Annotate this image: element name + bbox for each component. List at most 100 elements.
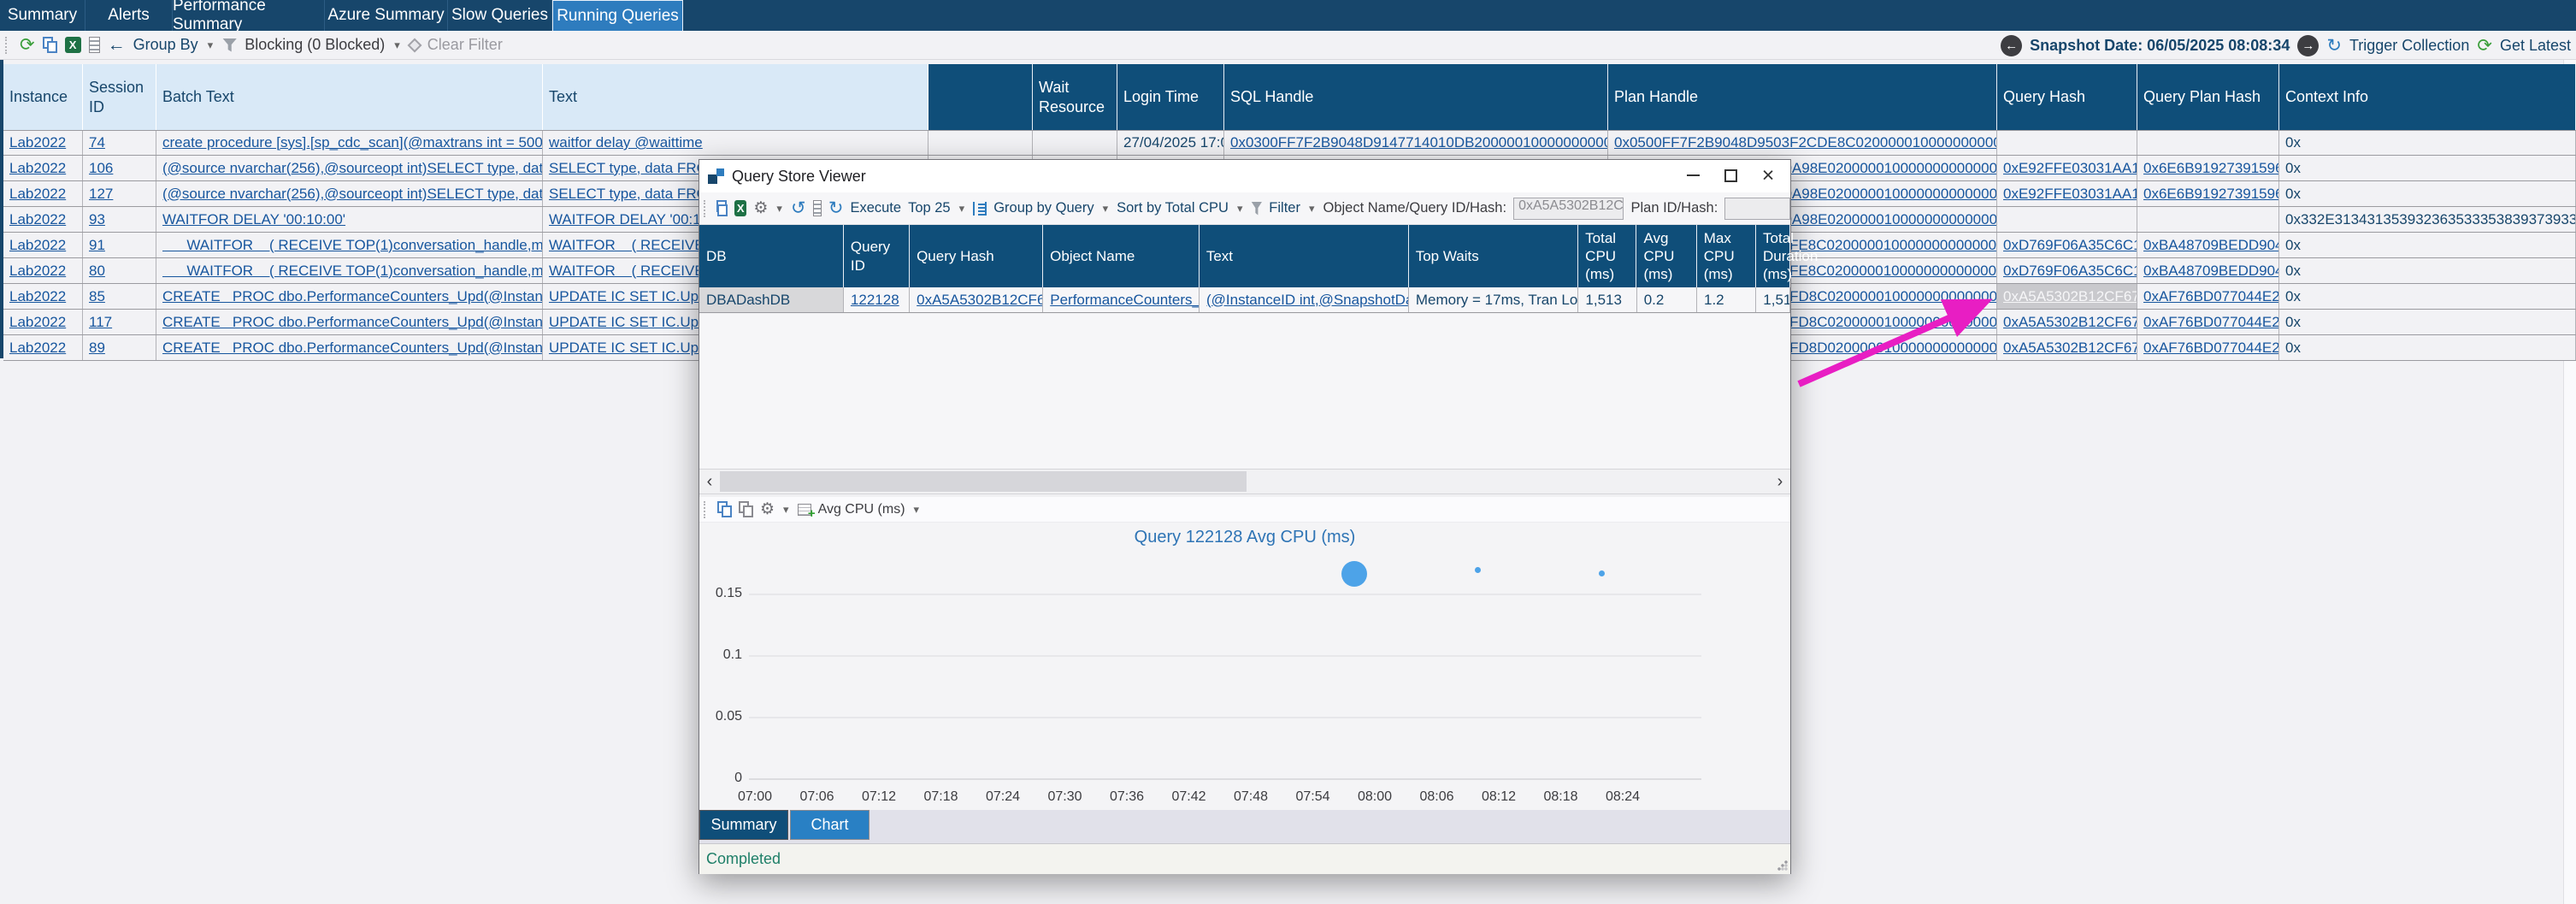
copy-icon[interactable]: [43, 37, 57, 53]
columns-icon[interactable]: [89, 37, 100, 53]
popup-column-header-object_name[interactable]: Object Name: [1043, 225, 1200, 287]
get-latest-icon[interactable]: ⟳: [2477, 37, 2492, 55]
scroll-left-icon[interactable]: ‹: [699, 470, 720, 493]
next-snapshot-button[interactable]: →: [2297, 35, 2319, 56]
cell-link-query_plan_hash[interactable]: 0xAF76BD077044E2B8: [2143, 288, 2279, 305]
cell-link-text[interactable]: waitfor delay @waittime: [549, 134, 703, 151]
popup-column-header-avg_cpu[interactable]: Avg CPU (ms): [1636, 225, 1696, 287]
resize-grip[interactable]: [1777, 860, 1788, 871]
cell-link-query_plan_hash[interactable]: 0xBA48709BEDD904B9: [2143, 263, 2279, 280]
cell-link-session_id[interactable]: 74: [89, 134, 105, 151]
cell-link-session_id[interactable]: 93: [89, 211, 105, 228]
column-header-text[interactable]: Text: [543, 64, 928, 130]
get-latest-button[interactable]: Get Latest: [2500, 37, 2571, 55]
popup-column-header-max_cpu[interactable]: Max CPU (ms): [1697, 225, 1756, 287]
popup-column-header-query_hash[interactable]: Query Hash: [910, 225, 1043, 287]
tab-chart[interactable]: Chart: [790, 810, 869, 840]
popup-cell-link-text[interactable]: (@InstanceID int,@SnapshotDate ...: [1206, 292, 1409, 309]
execute-button[interactable]: Execute: [850, 200, 901, 216]
tab-alerts[interactable]: Alerts: [85, 0, 173, 31]
refresh-icon[interactable]: ⟳: [20, 36, 35, 54]
cell-link-batch_text[interactable]: CREATE PROC dbo.PerformanceCounters_Upd(…: [162, 314, 543, 331]
popup-cell-link-query_hash[interactable]: 0xA5A5302B12CF67...: [917, 292, 1043, 309]
blocking-filter-button[interactable]: Blocking (0 Blocked): [245, 36, 385, 54]
cell-link-session_id[interactable]: 89: [89, 340, 105, 357]
tab-performance-summary[interactable]: Performance Summary: [173, 0, 325, 31]
cell-link-batch_text[interactable]: CREATE PROC dbo.PerformanceCounters_Upd(…: [162, 340, 543, 357]
column-header-query_plan_hash[interactable]: Query Plan Hash: [2137, 64, 2279, 130]
group-by-caret-icon[interactable]: ▾: [206, 38, 215, 52]
column-header-query_hash[interactable]: Query Hash: [1997, 64, 2137, 130]
cell-link-instance[interactable]: Lab2022: [9, 134, 66, 151]
cell-link-query_hash[interactable]: 0xE92FFE03031AA15E: [2003, 186, 2137, 203]
excel-export-icon[interactable]: X: [734, 200, 746, 216]
execute-icon[interactable]: ↻: [828, 199, 844, 217]
gear-icon[interactable]: ⚙: [760, 501, 775, 517]
scroll-right-icon[interactable]: ›: [1770, 470, 1790, 493]
blocking-caret-icon[interactable]: ▾: [392, 38, 402, 52]
popup-title-bar[interactable]: Query Store Viewer ×: [699, 160, 1790, 192]
cell-link-query_plan_hash[interactable]: 0xAF76BD077044E2B8: [2143, 314, 2279, 331]
measure-select[interactable]: Avg CPU (ms): [818, 502, 905, 517]
cell-link-query_hash[interactable]: 0xA5A5302B12CF67E8: [2003, 314, 2137, 331]
excel-export-icon[interactable]: X: [65, 37, 81, 53]
cell-link-batch_text[interactable]: WAITFOR ( RECEIVE TOP(1)conversation_han…: [162, 237, 543, 254]
cell-link-session_id[interactable]: 127: [89, 186, 113, 203]
cell-link-instance[interactable]: Lab2022: [9, 314, 66, 331]
filter-icon[interactable]: [1251, 202, 1262, 216]
cell-link-query_plan_hash[interactable]: 0xAF76BD077044E2B8: [2143, 340, 2279, 357]
popup-column-header-query_id[interactable]: Query ID: [844, 225, 910, 287]
group-by-query-button[interactable]: Group by Query: [993, 200, 1093, 216]
group-by-button[interactable]: Group By: [133, 36, 198, 54]
top-n-button[interactable]: Top 25: [908, 200, 951, 216]
cell-link-batch_text[interactable]: WAITFOR DELAY '00:10:00': [162, 211, 345, 228]
tab-running-queries[interactable]: Running Queries: [552, 0, 683, 31]
column-header-session_id[interactable]: Session ID: [83, 64, 156, 130]
trigger-collection-button[interactable]: Trigger Collection: [2349, 37, 2469, 55]
column-header-context_info[interactable]: Context Info: [2279, 64, 2576, 130]
column-header-plan_handle[interactable]: Plan Handle: [1608, 64, 1997, 130]
cell-link-batch_text[interactable]: CREATE PROC dbo.PerformanceCounters_Upd(…: [162, 288, 543, 305]
popup-cell-db[interactable]: DBADashDB: [699, 287, 844, 312]
column-header-wait_resource[interactable]: Wait Resource: [1033, 64, 1117, 130]
cell-link-query_hash[interactable]: 0xA5A5302B12CF67E8: [2003, 288, 2137, 305]
popup-column-header-total_duration[interactable]: Total Duration (ms): [1756, 225, 1790, 287]
popup-column-header-db[interactable]: DB: [699, 225, 844, 287]
column-header-sql_handle[interactable]: SQL Handle: [1224, 64, 1608, 130]
cell-link-batch_text[interactable]: WAITFOR ( RECEIVE TOP(1)conversation_han…: [162, 263, 543, 280]
popup-column-header-total_cpu[interactable]: Total CPU (ms): [1578, 225, 1636, 287]
trigger-collection-icon[interactable]: ↻: [2326, 37, 2342, 55]
cell-link-batch_text[interactable]: create procedure [sys].[sp_cdc_scan](@ma…: [162, 134, 543, 151]
copy-data-icon[interactable]: [739, 501, 753, 517]
clear-filter-button[interactable]: Clear Filter: [427, 36, 503, 54]
cell-link-query_plan_hash[interactable]: 0xBA48709BEDD904B9: [2143, 237, 2279, 254]
cell-link-instance[interactable]: Lab2022: [9, 340, 66, 357]
export-table-icon[interactable]: [798, 504, 811, 516]
column-header-login_time[interactable]: Login Time: [1117, 64, 1224, 130]
back-arrow-icon[interactable]: ←: [108, 36, 126, 54]
close-button[interactable]: ×: [1749, 162, 1787, 189]
tab-summary[interactable]: Summary: [699, 810, 788, 840]
cell-link-query_hash[interactable]: 0xA5A5302B12CF67E8: [2003, 340, 2137, 357]
tab-slow-queries[interactable]: Slow Queries: [448, 0, 552, 31]
cell-link-session_id[interactable]: 80: [89, 263, 105, 280]
cell-link-instance[interactable]: Lab2022: [9, 160, 66, 177]
clear-filter-icon[interactable]: [407, 38, 421, 52]
scrollbar-thumb[interactable]: [720, 471, 1247, 492]
popup-column-header-top_waits[interactable]: Top Waits: [1409, 225, 1578, 287]
cell-link-instance[interactable]: Lab2022: [9, 211, 66, 228]
popup-column-header-text[interactable]: Text: [1200, 225, 1409, 287]
cell-link-query_plan_hash[interactable]: 0x6E6B91927391596E: [2143, 160, 2279, 177]
cell-link-instance[interactable]: Lab2022: [9, 263, 66, 280]
cell-link-query_hash[interactable]: 0xD769F06A35C6C17D: [2003, 263, 2137, 280]
cell-link-instance[interactable]: Lab2022: [9, 186, 66, 203]
object-filter-input[interactable]: 0xA5A5302B12CF67E8: [1513, 198, 1624, 220]
cell-link-query_hash[interactable]: 0xD769F06A35C6C17D: [2003, 237, 2137, 254]
columns-icon[interactable]: [813, 200, 822, 216]
maximize-button[interactable]: [1712, 162, 1749, 189]
cell-link-query_hash[interactable]: 0xE92FFE03031AA15E: [2003, 160, 2137, 177]
horizontal-scrollbar[interactable]: ‹ ›: [699, 469, 1790, 494]
cell-link-session_id[interactable]: 106: [89, 160, 113, 177]
cell-link-batch_text[interactable]: (@source nvarchar(256),@sourceopt int)SE…: [162, 186, 543, 203]
cell-link-query_plan_hash[interactable]: 0x6E6B91927391596E: [2143, 186, 2279, 203]
